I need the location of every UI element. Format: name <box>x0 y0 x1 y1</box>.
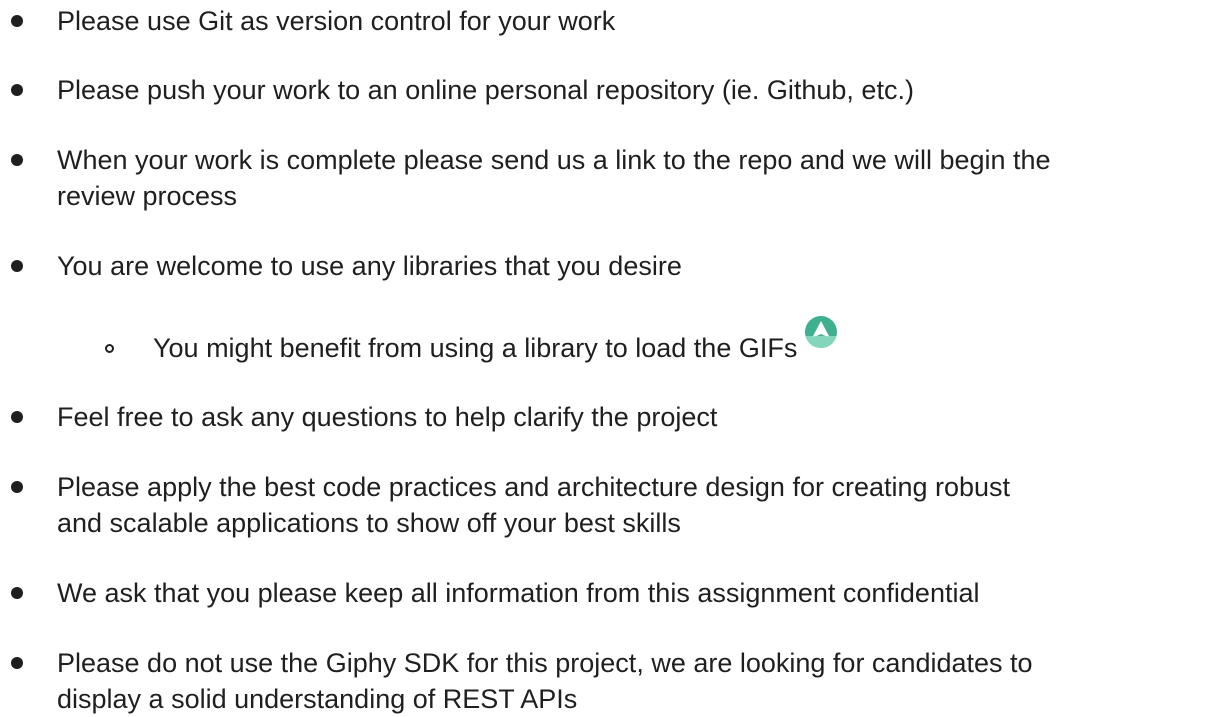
list-item-text: When your work is complete please send u… <box>57 145 1051 175</box>
list-item-text: display a solid understanding of REST AP… <box>57 684 578 714</box>
list-item-text: and scalable applications to show off yo… <box>57 508 681 538</box>
list-item-text: review process <box>57 181 238 211</box>
list-item-text: Please push your work to an online perso… <box>57 75 914 105</box>
list-item-text: Feel free to ask any questions to help c… <box>57 402 718 432</box>
list-item-text: Please use Git as version control for yo… <box>57 6 616 36</box>
list-item-text: You might benefit from using a library t… <box>153 333 798 363</box>
bullet <box>7 469 27 505</box>
list-item-text: Please do not use the Giphy SDK for this… <box>57 648 1033 678</box>
bullet <box>7 645 27 681</box>
list-item-text: You are welcome to use any libraries tha… <box>57 251 682 281</box>
paper-plane-icon <box>805 316 838 349</box>
bullet <box>7 142 27 178</box>
list-item-text: We ask that you please keep all informat… <box>57 578 980 608</box>
bullet <box>7 3 27 39</box>
bullet <box>7 399 27 435</box>
bullet <box>7 72 27 108</box>
bullet <box>7 575 27 611</box>
list-item-text: Please apply the best code practices and… <box>57 472 1011 502</box>
sub-bullet <box>99 330 119 366</box>
bullet <box>7 248 27 284</box>
document: Please use Git as version control for yo… <box>0 0 1217 717</box>
